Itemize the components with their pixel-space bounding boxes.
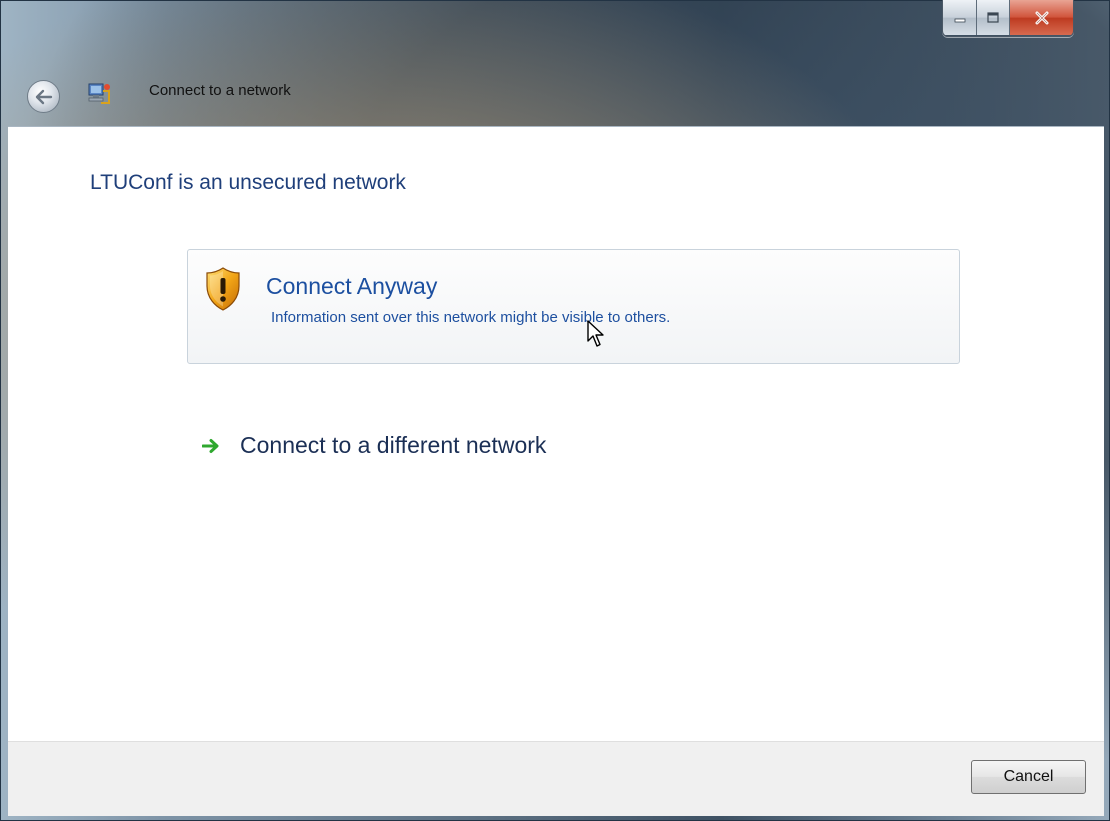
green-arrow-icon xyxy=(202,438,219,453)
dialog-footer: Cancel xyxy=(8,741,1104,816)
caption-buttons xyxy=(942,0,1074,37)
connect-anyway-label: Connect Anyway xyxy=(266,273,438,299)
minimize-icon xyxy=(954,18,965,22)
close-button[interactable] xyxy=(1010,0,1073,35)
title-bar: Connect to a network xyxy=(0,0,1110,126)
mouse-cursor-icon xyxy=(587,320,604,347)
cancel-button[interactable]: Cancel xyxy=(971,760,1086,794)
back-button[interactable] xyxy=(27,80,60,113)
minimize-button[interactable] xyxy=(943,0,977,35)
connect-different-network-option[interactable]: Connect to a different network xyxy=(202,432,546,459)
connect-anyway-option[interactable]: Connect Anyway Information sent over thi… xyxy=(187,249,960,364)
connect-anyway-description: Information sent over this network might… xyxy=(271,309,671,326)
window-title: Connect to a network xyxy=(149,82,291,99)
connect-different-network-label: Connect to a different network xyxy=(240,432,547,458)
window-frame: Connect to a network LTUConf is an unsec… xyxy=(0,0,1110,821)
close-icon xyxy=(1035,11,1048,24)
maximize-button[interactable] xyxy=(977,0,1010,35)
shield-warning-icon xyxy=(206,267,240,311)
page-heading: LTUConf is an unsecured network xyxy=(90,171,406,194)
back-arrow-icon xyxy=(35,89,52,104)
dialog-content: LTUConf is an unsecured network Connect … xyxy=(8,126,1104,742)
network-connection-icon xyxy=(88,83,110,104)
maximize-icon xyxy=(987,12,999,23)
